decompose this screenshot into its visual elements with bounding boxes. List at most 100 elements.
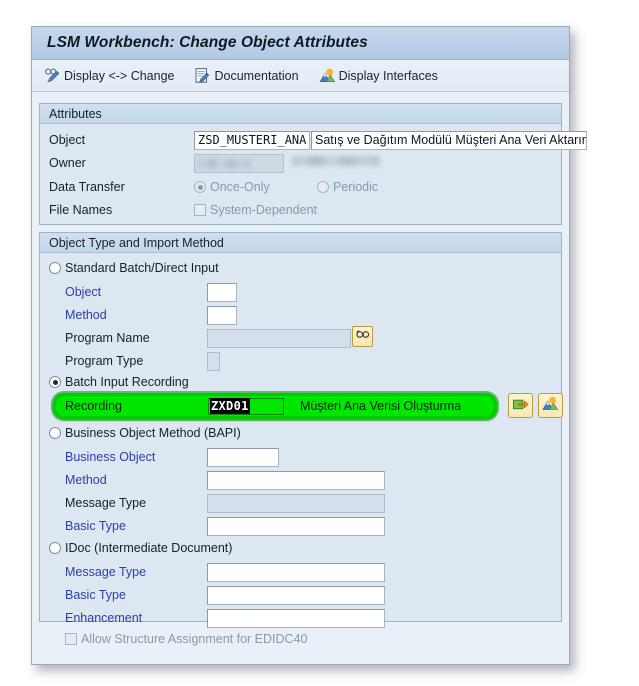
standard-row-method: Method (40, 304, 561, 326)
radio-standard-batch-indicator (49, 262, 61, 274)
checkbox-system-dependent[interactable]: System-Dependent (194, 203, 317, 217)
toolbar-label-documentation: Documentation (214, 68, 299, 83)
radio-idoc-label: IDoc (Intermediate Document) (65, 541, 233, 555)
object-type-group: Object Type and Import Method Standard B… (39, 232, 563, 646)
radio-once-only-indicator (194, 181, 206, 193)
attributes-group-title: Attributes (49, 106, 102, 121)
bapi-message-type-input[interactable] (207, 493, 385, 513)
bapi-method-input[interactable] (207, 470, 385, 490)
data-transfer-label: Data Transfer (49, 180, 125, 194)
recording-highlight-row[interactable]: Recording ZXD01 Müşteri Ana Verisi Oluşt… (53, 393, 497, 419)
file-names-label: File Names (49, 203, 113, 217)
goto-recording-icon (512, 395, 529, 417)
radio-idoc-indicator (49, 542, 61, 554)
attributes-row-object: Object ZSD_MUSTERI_ANA Satış ve Dağıtım … (40, 129, 587, 151)
toolbar-button-documentation[interactable]: Documentation (192, 64, 306, 88)
bapi-row-basic-type: Basic Type (40, 515, 561, 537)
object-type-group-title: Object Type and Import Method (49, 235, 224, 250)
object-label: Object (49, 133, 86, 147)
standard-object-label[interactable]: Object (65, 285, 101, 299)
standard-program-name-label: Program Name (65, 331, 150, 345)
mountains-sun-icon (542, 395, 559, 417)
standard-method-label[interactable]: Method (65, 308, 107, 322)
screen-root: LSM Workbench: Change Object Attributes … (0, 0, 639, 686)
window-titlebar: LSM Workbench: Change Object Attributes (32, 27, 569, 60)
standard-program-type-input[interactable] (207, 351, 220, 371)
attributes-row-owner: Owner (40, 152, 561, 174)
standard-program-name-search-help-button[interactable] (352, 326, 373, 347)
bapi-business-object-label[interactable]: Business Object (65, 450, 155, 464)
object-type-group-header: Object Type and Import Method (40, 233, 561, 253)
standard-row-program-type: Program Type (40, 350, 561, 372)
attributes-group: Attributes Object ZSD_MUSTERI_ANA Satış … (39, 103, 587, 225)
standard-object-input[interactable] (207, 282, 237, 302)
standard-method-input[interactable] (207, 305, 237, 325)
checkbox-system-dependent-box (194, 204, 206, 216)
radio-batch-input-recording[interactable]: Batch Input Recording (49, 372, 189, 392)
bapi-basic-type-label[interactable]: Basic Type (65, 519, 126, 533)
recording-goto-button[interactable] (508, 393, 533, 418)
radio-idoc[interactable]: IDoc (Intermediate Document) (49, 538, 232, 558)
radio-business-object-method-label: Business Object Method (BAPI) (65, 426, 241, 440)
idoc-message-type-label[interactable]: Message Type (65, 565, 146, 579)
radio-periodic-label: Periodic (333, 180, 379, 194)
checkbox-allow-structure-assignment-label: Allow Structure Assignment for EDIDC40 (81, 632, 308, 646)
radio-once-only-label: Once-Only (210, 180, 270, 194)
attributes-group-body: Object ZSD_MUSTERI_ANA Satış ve Dağıtım … (40, 124, 587, 223)
idoc-enhancement-label[interactable]: Enhancement (65, 611, 142, 625)
mountains-sun-icon (319, 67, 336, 84)
lsmw-window: LSM Workbench: Change Object Attributes … (31, 26, 587, 665)
radio-business-object-method-indicator (49, 427, 61, 439)
idoc-basic-type-input[interactable] (207, 585, 385, 605)
bapi-message-type-label: Message Type (65, 496, 147, 510)
recording-overview-button[interactable] (538, 393, 563, 418)
object-input[interactable]: ZSD_MUSTERI_ANA (194, 130, 310, 150)
radio-periodic-indicator (317, 181, 329, 193)
attributes-row-file-names: File Names System-Dependent (40, 199, 561, 221)
standard-row-program-name: Program Name (40, 326, 561, 349)
radio-standard-batch-label: Standard Batch/Direct Input (65, 261, 219, 275)
document-pencil-icon (194, 67, 211, 84)
main-toolbar: Display <-> Change Documentation Display… (32, 60, 569, 92)
idoc-basic-type-label[interactable]: Basic Type (65, 588, 126, 602)
glasses-icon (355, 327, 370, 346)
radio-business-object-method[interactable]: Business Object Method (BAPI) (49, 423, 241, 443)
bapi-method-label[interactable]: Method (65, 473, 107, 487)
radio-batch-input-recording-indicator (49, 376, 61, 388)
bapi-business-object-input[interactable] (207, 447, 279, 467)
idoc-message-type-input[interactable] (207, 562, 385, 582)
bapi-row-method: Method (40, 469, 561, 491)
radio-standard-batch-direct-input[interactable]: Standard Batch/Direct Input (49, 258, 219, 278)
glasses-pencil-icon (44, 67, 61, 84)
toolbar-label-display-interfaces: Display Interfaces (338, 68, 438, 83)
owner-label: Owner (49, 156, 86, 170)
toolbar-button-display-interfaces[interactable]: Display Interfaces (317, 64, 446, 88)
checkbox-allow-structure-assignment-box (65, 633, 77, 645)
checkbox-allow-structure-assignment[interactable]: Allow Structure Assignment for EDIDC40 (65, 630, 307, 648)
recording-highlight-inner: Recording ZXD01 Müşteri Ana Verisi Oluşt… (56, 396, 494, 416)
owner-input[interactable] (194, 153, 284, 173)
bapi-row-business-object: Business Object (40, 446, 561, 468)
toolbar-label-display-change: Display <-> Change (64, 68, 175, 83)
attributes-row-data-transfer: Data Transfer Once-Only Periodic (40, 176, 561, 198)
bapi-basic-type-input[interactable] (207, 516, 385, 536)
owner-value-redacted (198, 158, 250, 168)
object-description-input[interactable]: Satış ve Dağıtım Modülü Müşteri Ana Veri… (311, 130, 587, 150)
recording-description: Müşteri Ana Verisi Oluşturma (300, 399, 462, 413)
checkbox-system-dependent-label: System-Dependent (210, 203, 318, 217)
standard-program-type-label: Program Type (65, 354, 144, 368)
bapi-row-message-type: Message Type (40, 492, 561, 514)
radio-once-only[interactable]: Once-Only (194, 180, 270, 194)
standard-row-object: Object (40, 281, 561, 303)
recording-label: Recording (65, 399, 122, 413)
idoc-row-message-type: Message Type (40, 561, 561, 583)
radio-batch-input-recording-label: Batch Input Recording (65, 375, 189, 389)
toolbar-button-display-change[interactable]: Display <-> Change (42, 64, 182, 88)
idoc-enhancement-input[interactable] (207, 608, 385, 628)
recording-input[interactable]: ZXD01 (208, 397, 284, 415)
idoc-row-enhancement: Enhancement (40, 607, 561, 629)
radio-periodic[interactable]: Periodic (317, 180, 378, 194)
standard-program-name-input[interactable] (207, 328, 351, 348)
owner-description-redacted (292, 156, 380, 166)
idoc-row-basic-type: Basic Type (40, 584, 561, 606)
